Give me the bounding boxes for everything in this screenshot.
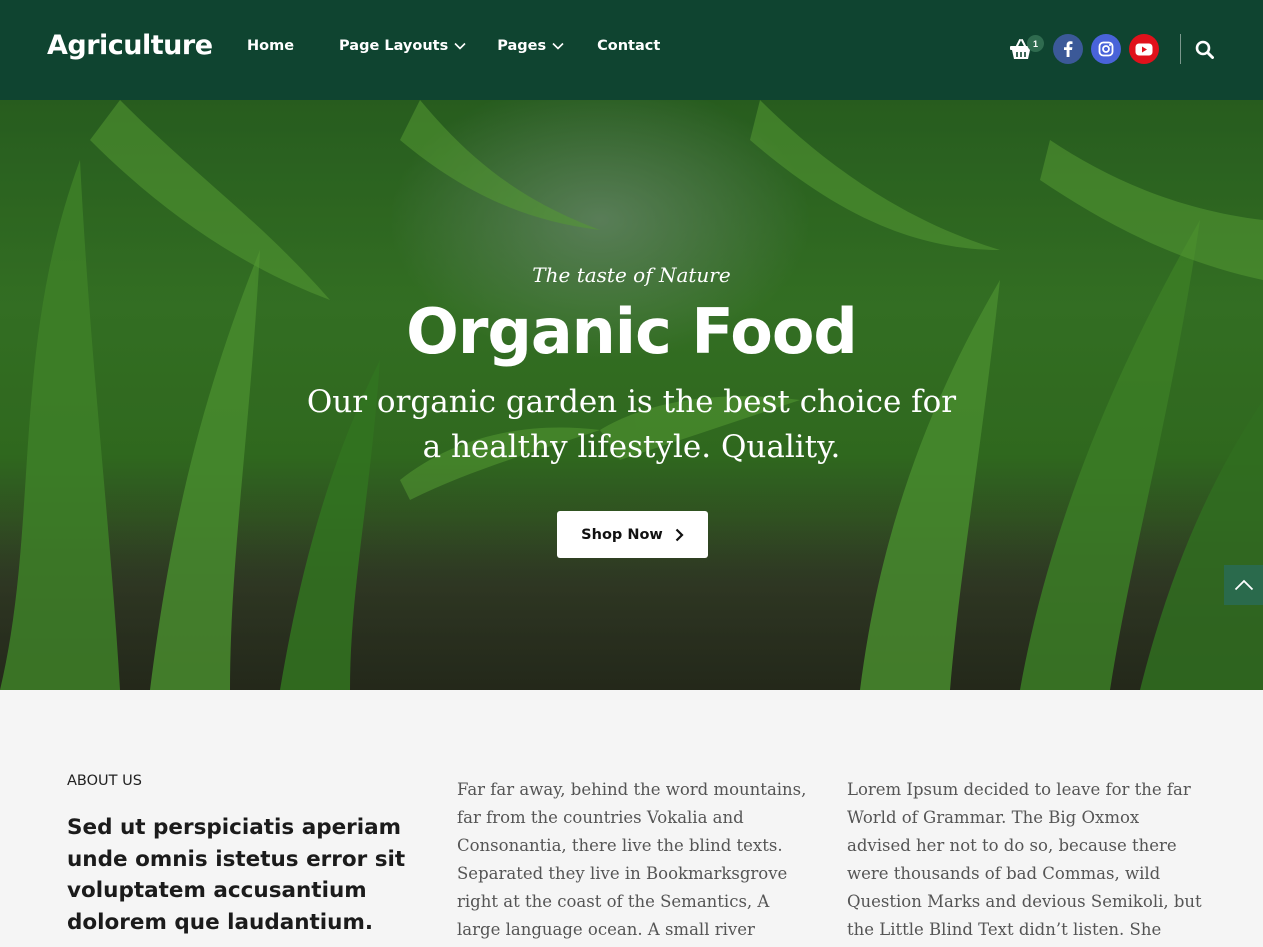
youtube-button[interactable] xyxy=(1129,34,1159,64)
nav-page-layouts-label: Page Layouts xyxy=(339,38,449,54)
chevron-up-icon xyxy=(1234,579,1253,591)
youtube-icon xyxy=(1135,43,1153,55)
cart-count-badge: 1 xyxy=(1027,35,1044,52)
shop-now-button[interactable]: Shop Now xyxy=(557,511,708,558)
hero-tagline: The taste of Nature xyxy=(532,263,731,287)
chevron-down-icon xyxy=(552,42,564,50)
search-button[interactable] xyxy=(1195,40,1214,59)
about-paragraph-1: Far far away, behind the word mountains,… xyxy=(457,780,807,939)
scroll-to-top-button[interactable] xyxy=(1224,565,1263,605)
hero-description: Our organic garden is the best choice fo… xyxy=(306,384,957,465)
site-logo[interactable]: Agriculture xyxy=(47,30,213,61)
header-divider xyxy=(1180,34,1181,64)
nav-pages-label: Pages xyxy=(497,38,547,54)
search-icon xyxy=(1195,40,1214,59)
about-section-label: ABOUT US xyxy=(67,773,142,789)
site-header: Agriculture Home Page Layouts Pages Cont… xyxy=(0,0,1263,100)
hero-title: Organic Food xyxy=(406,295,858,368)
hero-banner: The taste of Nature Organic Food Our org… xyxy=(0,100,1263,690)
facebook-icon xyxy=(1064,41,1073,57)
cart-button[interactable]: 1 xyxy=(1009,33,1044,65)
nav-home-label: Home xyxy=(247,38,295,54)
nav-contact[interactable]: Contact xyxy=(597,38,660,54)
facebook-button[interactable] xyxy=(1053,34,1083,64)
nav-contact-label: Contact xyxy=(597,38,661,54)
nav-pages[interactable]: Pages xyxy=(497,38,564,54)
about-heading: Sed ut perspiciatis aperiam unde omnis i… xyxy=(67,815,406,935)
chevron-right-icon xyxy=(675,528,684,541)
chevron-down-icon xyxy=(454,42,466,50)
about-paragraph-2: Lorem Ipsum decided to leave for the far… xyxy=(847,780,1202,939)
header-actions: 1 xyxy=(1009,33,1214,65)
instagram-icon xyxy=(1098,41,1114,57)
instagram-button[interactable] xyxy=(1091,34,1121,64)
shop-now-label: Shop Now xyxy=(581,526,663,543)
main-nav: Home Page Layouts Pages Contact xyxy=(247,38,660,54)
nav-home[interactable]: Home xyxy=(247,38,294,54)
nav-page-layouts[interactable]: Page Layouts xyxy=(339,38,466,54)
